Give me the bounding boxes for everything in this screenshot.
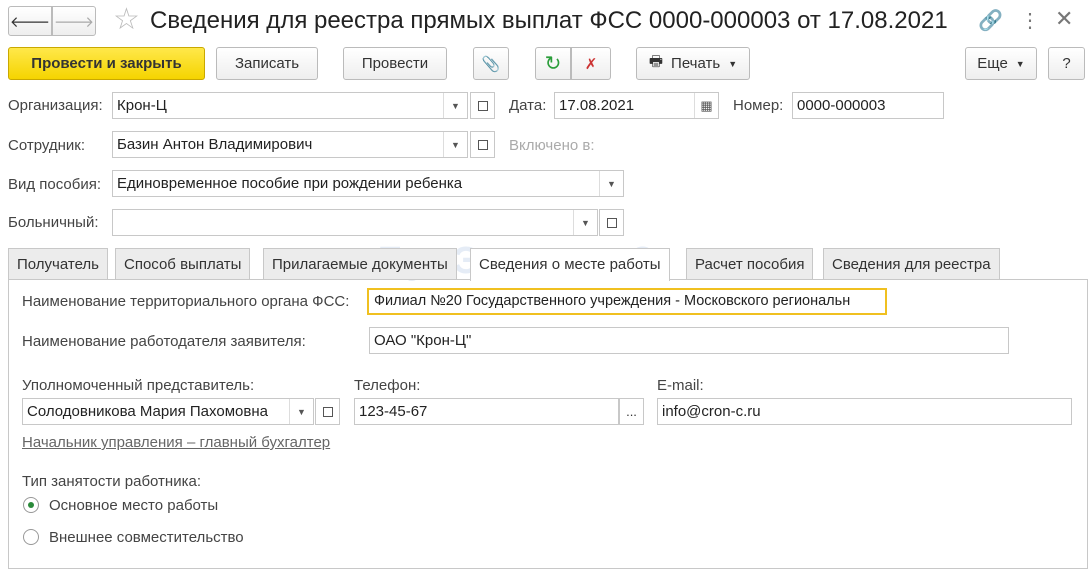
star-icon[interactable]: ☆ <box>113 2 140 37</box>
dropdown-icon[interactable]: ▼ <box>599 171 623 196</box>
help-button[interactable]: ? <box>1048 47 1085 80</box>
number-label: Номер: <box>733 97 784 114</box>
printer-icon: 🖶 <box>648 53 664 70</box>
open-sick-leave-button[interactable] <box>599 209 624 236</box>
rep-label: Уполномоченный представитель: <box>22 377 255 394</box>
radio-main-label: Основное место работы <box>49 497 219 514</box>
phone-label: Телефон: <box>354 377 421 394</box>
tab-benefit-calc[interactable]: Расчет пособия <box>686 248 814 279</box>
employer-field[interactable]: ОАО "Крон-Ц" <box>369 327 1009 354</box>
dropdown-icon[interactable]: ▼ <box>573 210 597 235</box>
cancel-post-icon: ✗ <box>584 55 598 73</box>
dropdown-icon[interactable]: ▼ <box>289 399 313 424</box>
phone-select-button[interactable]: ... <box>619 398 644 425</box>
post-and-close-button[interactable]: Провести и закрыть <box>8 47 205 80</box>
tab-documents[interactable]: Прилагаемые документы <box>263 248 457 279</box>
open-org-button[interactable] <box>470 92 495 119</box>
fss-field[interactable]: Филиал №20 Государственного учреждения -… <box>367 288 887 315</box>
email-field[interactable]: info@cron-c.ru <box>657 398 1072 425</box>
rep-field[interactable]: Солодовникова Мария Пахомовна ▼ <box>22 398 314 425</box>
tab-recipient[interactable]: Получатель <box>8 248 108 279</box>
phone-field[interactable]: 123-45-67 <box>354 398 619 425</box>
tab-registry[interactable]: Сведения для реестра <box>823 248 1000 279</box>
calendar-icon[interactable]: ▦ <box>694 93 718 118</box>
tab-payment-method[interactable]: Способ выплаты <box>115 248 251 279</box>
date-label: Дата: <box>509 97 547 114</box>
refresh-button[interactable]: ↻ <box>535 47 571 80</box>
benefit-label: Вид пособия: <box>8 176 102 193</box>
forward-button[interactable]: 🡒 <box>52 6 96 36</box>
more-vert-icon[interactable]: ⋮ <box>1020 8 1040 33</box>
page-title: Сведения для реестра прямых выплат ФСС 0… <box>150 7 948 34</box>
number-field[interactable]: 0000-000003 <box>792 92 944 119</box>
email-label: E-mail: <box>657 377 704 394</box>
radio-main-workplace[interactable] <box>23 497 39 513</box>
radio-external-parttime[interactable] <box>23 529 39 545</box>
included-label: Включено в: <box>509 137 595 154</box>
cancel-posting-button[interactable]: ✗ <box>571 47 611 80</box>
back-button[interactable]: 🡐 <box>8 6 52 36</box>
refresh-icon: ↻ <box>544 53 562 75</box>
org-field[interactable]: Крон-Ц ▼ <box>112 92 468 119</box>
date-field[interactable]: 17.08.2021 ▦ <box>554 92 719 119</box>
radio-external-label: Внешнее совместительство <box>49 529 244 546</box>
more-button[interactable]: Еще ▼ <box>965 47 1037 80</box>
dropdown-icon[interactable]: ▼ <box>443 93 467 118</box>
tab-workplace[interactable]: Сведения о месте работы <box>470 248 670 281</box>
open-employee-button[interactable] <box>470 131 495 158</box>
print-button[interactable]: 🖶 Печать ▼ <box>636 47 750 80</box>
rep-position-link[interactable]: Начальник управления – главный бухгалтер <box>22 434 330 451</box>
benefit-field[interactable]: Единовременное пособие при рождении ребе… <box>112 170 624 197</box>
close-icon[interactable]: ✕ <box>1055 6 1073 32</box>
org-label: Организация: <box>8 97 103 114</box>
open-rep-button[interactable] <box>315 398 340 425</box>
dropdown-icon[interactable]: ▼ <box>443 132 467 157</box>
sick-leave-field[interactable]: ▼ <box>112 209 598 236</box>
paperclip-icon: 📎 <box>481 55 501 73</box>
link-icon[interactable]: 🔗 <box>978 8 1003 33</box>
sick-leave-label: Больничный: <box>8 214 99 231</box>
employee-field[interactable]: Базин Антон Владимирович ▼ <box>112 131 468 158</box>
employment-type-label: Тип занятости работника: <box>22 473 201 490</box>
employer-label: Наименование работодателя заявителя: <box>22 333 306 350</box>
save-button[interactable]: Записать <box>216 47 318 80</box>
fss-label: Наименование территориального органа ФСС… <box>22 293 350 310</box>
attach-button[interactable]: 📎 <box>473 47 509 80</box>
employee-label: Сотрудник: <box>8 137 86 154</box>
post-button[interactable]: Провести <box>343 47 447 80</box>
